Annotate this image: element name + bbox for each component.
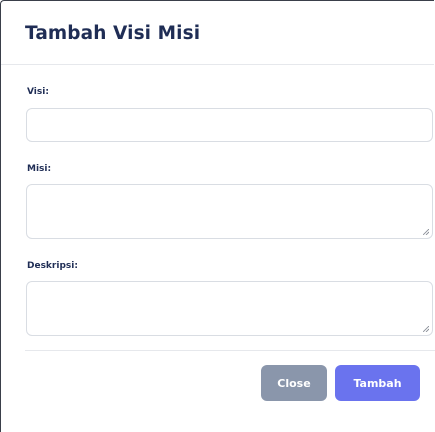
close-button[interactable]: Close	[261, 365, 327, 401]
misi-label: Misi:	[27, 164, 52, 174]
modal-title: Tambah Visi Misi	[25, 23, 201, 44]
deskripsi-label: Deskripsi:	[27, 261, 78, 271]
resize-grip-icon[interactable]	[423, 326, 429, 332]
add-button[interactable]: Tambah	[335, 365, 420, 401]
modal-header: Tambah Visi Misi	[1, 1, 434, 65]
footer-divider	[25, 350, 435, 351]
deskripsi-textarea[interactable]	[26, 281, 433, 336]
add-vision-mission-modal: Tambah Visi Misi Visi: Misi: Deskripsi: …	[0, 0, 435, 432]
misi-textarea[interactable]	[26, 184, 433, 239]
resize-grip-icon[interactable]	[423, 229, 429, 235]
visi-input[interactable]	[26, 108, 433, 142]
visi-label: Visi:	[27, 87, 49, 97]
